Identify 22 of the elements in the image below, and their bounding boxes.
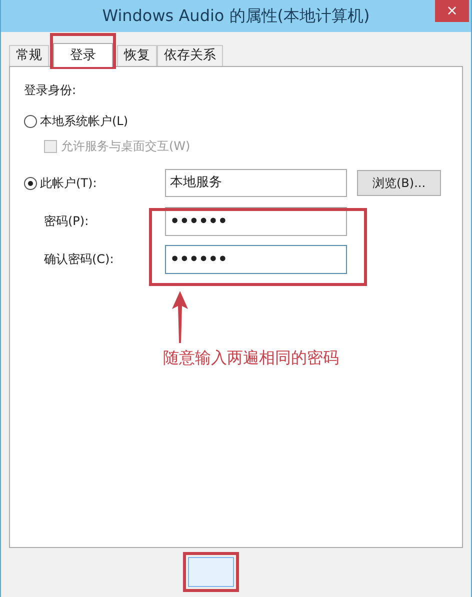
tab[interactable]: 登录: [53, 43, 113, 67]
close-button[interactable]: ×: [435, 0, 469, 22]
radio-label: 本地系统帐户(L): [40, 113, 128, 130]
account-field[interactable]: 本地服务: [165, 169, 347, 197]
window-title: Windows Audio 的属性(本地计算机): [102, 5, 370, 27]
tab[interactable]: 依存关系: [157, 45, 223, 66]
arrow: [171, 291, 189, 343]
radio-button[interactable]: [24, 176, 37, 190]
radio-button[interactable]: [24, 114, 37, 128]
password-field[interactable]: ••••••: [165, 244, 347, 274]
section-label: 登录身份:: [24, 82, 78, 99]
browse-button[interactable]: 浏览(B)...: [357, 170, 441, 196]
checkbox-label: 允许服务与桌面交互(W): [61, 138, 190, 155]
field-label: 确认密码(C):: [43, 251, 115, 268]
annotation-note: 随意输入两遍相同的密码: [163, 347, 339, 369]
highlight-box: [183, 552, 239, 592]
tab[interactable]: 恢复: [117, 45, 157, 66]
password-field[interactable]: ••••••: [165, 206, 347, 236]
highlight-box: [50, 33, 116, 69]
field-label: 密码(P):: [43, 213, 90, 230]
tab[interactable]: 常规: [9, 45, 49, 66]
radio-label: 此帐户(T):: [40, 175, 97, 192]
